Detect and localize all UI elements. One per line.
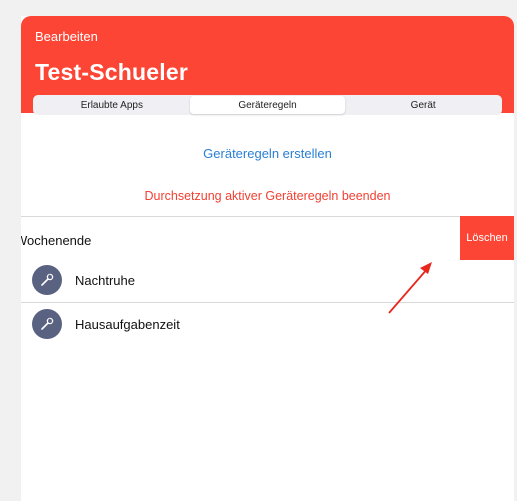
annotation-arrow-icon xyxy=(388,262,432,314)
